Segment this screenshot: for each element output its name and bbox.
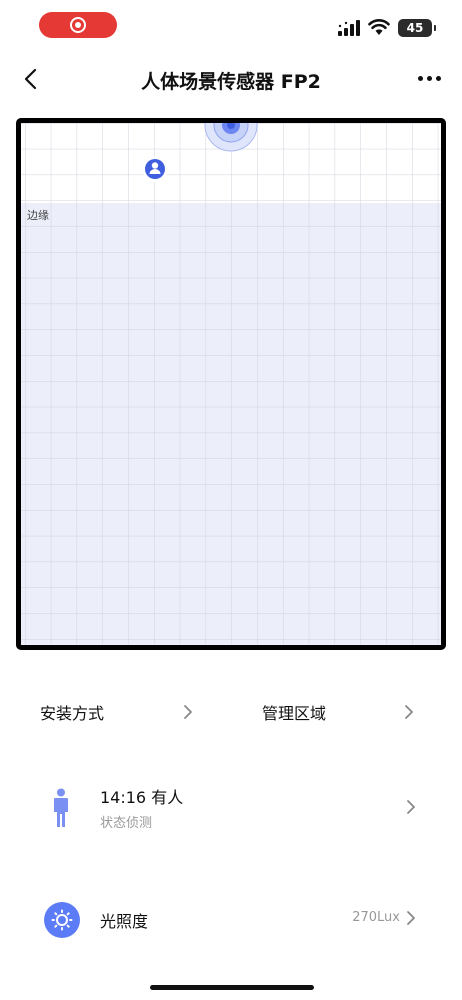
presence-status-row[interactable]: 14:16 有人 状态侦测 — [0, 772, 462, 842]
chevron-right-icon[interactable] — [404, 704, 414, 720]
home-indicator[interactable] — [150, 985, 314, 990]
record-icon — [70, 17, 86, 33]
map-grid — [21, 123, 441, 645]
settings-row: 安装方式 管理区域 — [0, 690, 462, 734]
manage-zones-label: 管理区域 — [262, 704, 327, 723]
illuminance-value: 270Lux — [352, 910, 400, 925]
status-bar: 45 — [0, 0, 462, 54]
edge-zone-label: 边缘 — [27, 209, 49, 222]
sensor-map[interactable]: 边缘 — [16, 118, 446, 650]
presence-status-title: 14:16 有人 — [100, 788, 184, 807]
screen-recording-indicator[interactable] — [39, 12, 117, 38]
presence-status-subtitle: 状态侦测 — [100, 816, 153, 831]
cellular-signal-icon — [338, 20, 360, 36]
page-title: 人体场景传感器 FP2 — [141, 71, 321, 93]
standing-person-icon — [54, 788, 68, 827]
illuminance-label: 光照度 — [100, 912, 149, 931]
nav-header: 人体场景传感器 FP2 — [0, 54, 462, 106]
wifi-icon — [368, 19, 390, 35]
install-method-label: 安装方式 — [40, 704, 105, 723]
manage-zones-button[interactable]: 管理区域 — [262, 690, 326, 734]
sun-icon — [44, 902, 80, 938]
install-method-button[interactable]: 安装方式 — [40, 690, 104, 734]
more-icon[interactable] — [418, 76, 441, 81]
chevron-right-icon — [407, 911, 415, 925]
illuminance-row[interactable]: 光照度 270Lux — [0, 890, 462, 950]
battery-level: 45 — [406, 21, 424, 35]
chevron-right-icon — [407, 800, 415, 814]
chevron-right-icon[interactable] — [183, 704, 193, 720]
person-target-icon[interactable] — [142, 156, 168, 182]
battery-icon: 45 — [398, 19, 436, 37]
